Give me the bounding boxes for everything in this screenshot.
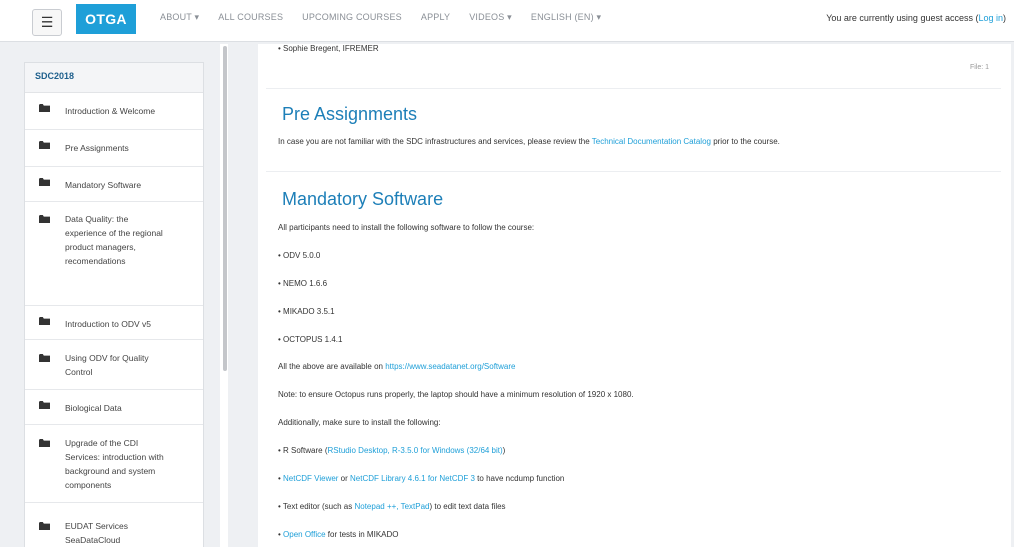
resolution-note: Note: to ensure Octopus runs properly, t… bbox=[278, 390, 634, 399]
main-content: • Sophie Bregent, IFREMER File: 1 Pre As… bbox=[258, 44, 1011, 547]
sidebar-item-cdi-services[interactable]: Upgrade of the CDI Services: introductio… bbox=[25, 425, 203, 503]
guest-text: You are currently using guest access ( bbox=[826, 13, 979, 23]
editor-before: • Text editor (such as bbox=[278, 502, 355, 511]
folder-icon bbox=[39, 317, 50, 325]
sidebar-item-introduction-welcome[interactable]: Introduction & Welcome bbox=[25, 93, 203, 130]
top-bullet: • Sophie Bregent, IFREMER bbox=[278, 44, 379, 53]
nav-item-upcoming-courses[interactable]: UPCOMING COURSES bbox=[302, 12, 402, 23]
hamburger-icon: ☰ bbox=[40, 14, 54, 31]
section-divider bbox=[266, 171, 1001, 172]
available-text: All the above are available on https://w… bbox=[278, 362, 515, 371]
sidebar-item-label: Mandatory Software bbox=[65, 180, 142, 190]
sidebar-item-label: Pre Assignments bbox=[65, 143, 129, 153]
sidebar-item-introduction-odv[interactable]: Introduction to ODV v5 bbox=[25, 306, 203, 340]
rstudio-link[interactable]: RStudio Desktop, R-3.5.0 for Windows (32… bbox=[327, 446, 502, 455]
folder-icon bbox=[39, 141, 50, 149]
seadatanet-software-link[interactable]: https://www.seadatanet.org/Software bbox=[385, 362, 515, 371]
pre-text-before: In case you are not familiar with the SD… bbox=[278, 137, 592, 146]
brand-logo[interactable]: OTGA bbox=[76, 4, 136, 34]
sidebar-item-mandatory-software[interactable]: Mandatory Software bbox=[25, 167, 203, 202]
nav-item-about[interactable]: ABOUT ▾ bbox=[160, 12, 199, 23]
netcdf-after: to have ncdump function bbox=[474, 474, 565, 483]
folder-icon bbox=[39, 401, 50, 409]
top-navbar: ☰ OTGA ABOUT ▾ ALL COURSES UPCOMING COUR… bbox=[0, 0, 1014, 42]
text-editor-bullet: • Text editor (such as Notepad ++, TextP… bbox=[278, 502, 506, 511]
sidebar-item-pre-assignments[interactable]: Pre Assignments bbox=[25, 130, 203, 167]
additionally-text: Additionally, make sure to install the f… bbox=[278, 418, 441, 427]
sidebar-item-data-quality[interactable]: Data Quality: the experience of the regi… bbox=[25, 202, 203, 306]
folder-icon bbox=[39, 354, 50, 362]
r-before: • R Software ( bbox=[278, 446, 328, 455]
sidebar-item-label: Introduction to ODV v5 bbox=[65, 319, 151, 329]
r-after: ) bbox=[502, 446, 506, 455]
nav-menu: ABOUT ▾ ALL COURSES UPCOMING COURSES APP… bbox=[160, 12, 620, 23]
pre-text-after: prior to the course. bbox=[710, 137, 780, 146]
hamburger-menu-button[interactable]: ☰ bbox=[32, 9, 62, 36]
mandatory-intro: All participants need to install the fol… bbox=[278, 223, 535, 232]
r-software-bullet: • R Software (RStudio Desktop, R-3.5.0 f… bbox=[278, 446, 505, 455]
editor-after: ) to edit text data files bbox=[429, 502, 506, 511]
course-sidebar: SDC2018 Introduction & Welcome Pre Assig… bbox=[24, 62, 204, 547]
mandatory-software-heading: Mandatory Software bbox=[282, 189, 444, 209]
software-link-mikado[interactable]: • MIKADO 3.5.1 bbox=[278, 307, 335, 316]
available-before: All the above are available on bbox=[278, 362, 386, 371]
sidebar-item-label: Using ODV for Quality Control bbox=[65, 353, 149, 377]
pre-assignments-heading: Pre Assignments bbox=[282, 104, 418, 124]
open-office-bullet: • Open Office for tests in MIKADO bbox=[278, 530, 398, 539]
text-editor-link[interactable]: Notepad ++, TextPad bbox=[354, 502, 429, 511]
software-link-odv[interactable]: • ODV 5.0.0 bbox=[278, 251, 320, 260]
nav-item-all-courses[interactable]: ALL COURSES bbox=[218, 12, 283, 23]
sidebar-item-eudat-services[interactable]: EUDAT Services SeaDataCloud bbox=[25, 503, 203, 547]
pre-assignments-text: In case you are not familiar with the SD… bbox=[278, 137, 780, 146]
nav-item-videos[interactable]: VIDEOS ▾ bbox=[469, 12, 512, 23]
nav-item-language[interactable]: ENGLISH (EN) ▾ bbox=[531, 12, 601, 23]
sidebar-item-label: Data Quality: the experience of the regi… bbox=[65, 214, 163, 266]
netcdf-bullet: • NetCDF Viewer or NetCDF Library 4.6.1 … bbox=[278, 474, 564, 483]
open-office-link[interactable]: Open Office bbox=[283, 530, 326, 539]
guest-close: ) bbox=[1003, 13, 1006, 23]
sidebar-item-label: Introduction & Welcome bbox=[65, 106, 156, 116]
netcdf-library-link[interactable]: NetCDF Library 4.6.1 for NetCDF 3 bbox=[350, 474, 475, 483]
nav-item-apply[interactable]: APPLY bbox=[421, 12, 450, 23]
netcdf-or: or bbox=[338, 474, 351, 483]
software-link-nemo[interactable]: • NEMO 1.6.6 bbox=[278, 279, 327, 288]
netcdf-viewer-link[interactable]: NetCDF Viewer bbox=[283, 474, 338, 483]
sidebar-item-label: EUDAT Services SeaDataCloud bbox=[65, 521, 128, 545]
sidebar-item-odv-quality-control[interactable]: Using ODV for Quality Control bbox=[25, 340, 203, 390]
sidebar-item-label: Upgrade of the CDI Services: introductio… bbox=[65, 438, 164, 490]
sidebar-title[interactable]: SDC2018 bbox=[25, 63, 203, 93]
software-link-octopus[interactable]: • OCTOPUS 1.4.1 bbox=[278, 335, 342, 344]
file-label: File: 1 bbox=[969, 64, 989, 71]
sidebar-scrollbar-thumb[interactable] bbox=[223, 46, 227, 371]
folder-icon bbox=[39, 215, 50, 223]
sidebar-item-label: Biological Data bbox=[65, 403, 122, 413]
folder-icon bbox=[39, 104, 50, 112]
folder-icon bbox=[39, 522, 50, 530]
section-divider bbox=[266, 88, 1001, 89]
folder-icon bbox=[39, 178, 50, 186]
login-link[interactable]: Log in bbox=[978, 13, 1003, 23]
office-after: for tests in MIKADO bbox=[325, 530, 399, 539]
folder-icon bbox=[39, 439, 50, 447]
guest-access-notice: You are currently using guest access (Lo… bbox=[826, 13, 1006, 23]
technical-documentation-link[interactable]: Technical Documentation Catalog bbox=[592, 137, 711, 146]
sidebar-item-biological-data[interactable]: Biological Data bbox=[25, 390, 203, 425]
